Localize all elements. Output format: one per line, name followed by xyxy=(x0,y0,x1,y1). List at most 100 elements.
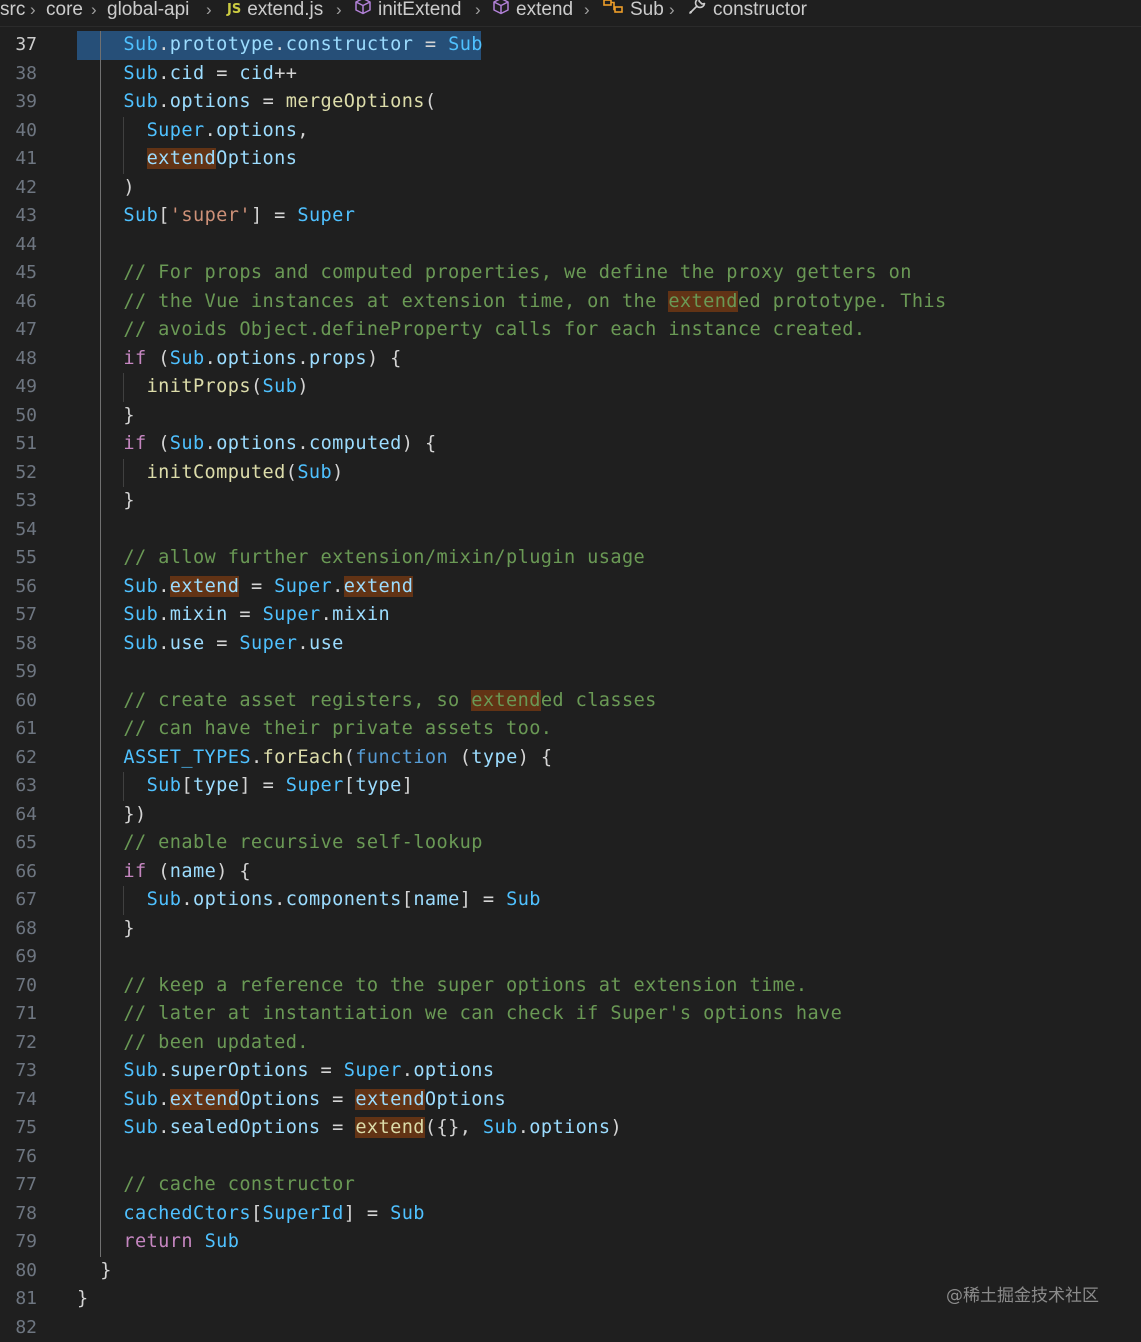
code-token: . xyxy=(158,633,170,654)
property-icon xyxy=(602,0,624,24)
code-line[interactable]: 61 // can have their private assets too. xyxy=(0,715,1141,744)
code-token: ( xyxy=(147,433,170,454)
code-line[interactable]: 67 Sub.options.components[name] = Sub xyxy=(0,886,1141,915)
line-number: 75 xyxy=(0,1114,37,1143)
code-line[interactable]: 52 initComputed(Sub) xyxy=(0,459,1141,488)
code-line[interactable]: 69 xyxy=(0,943,1141,972)
code-line[interactable]: 76 xyxy=(0,1143,1141,1172)
code-token: ) { xyxy=(367,348,402,369)
code-token: [ xyxy=(181,775,193,796)
code-token: // enable recursive self-lookup xyxy=(123,832,482,853)
code-line[interactable]: 46 // the Vue instances at extension tim… xyxy=(0,288,1141,317)
code-line[interactable]: 72 // been updated. xyxy=(0,1029,1141,1058)
line-number: 60 xyxy=(0,687,37,716)
code-line[interactable]: 59 xyxy=(0,658,1141,687)
code-text: // been updated. xyxy=(77,1029,309,1058)
code-token: mixin xyxy=(170,604,228,625)
code-line[interactable]: 42 ) xyxy=(0,174,1141,203)
code-line[interactable]: 58 Sub.use = Super.use xyxy=(0,630,1141,659)
breadcrumb-item-sub[interactable]: Sub xyxy=(602,0,664,24)
code-line[interactable]: 75 Sub.sealedOptions = extend({}, Sub.op… xyxy=(0,1114,1141,1143)
code-line[interactable]: 57 Sub.mixin = Super.mixin xyxy=(0,601,1141,630)
breadcrumb-item-initextend[interactable]: initExtend xyxy=(354,0,461,24)
code-line[interactable]: 49 initProps(Sub) xyxy=(0,373,1141,402)
line-number: 57 xyxy=(0,601,37,630)
code-line[interactable]: 62 ASSET_TYPES.forEach(function (type) { xyxy=(0,744,1141,773)
code-line[interactable]: 78 cachedCtors[SuperId] = Sub xyxy=(0,1200,1141,1229)
code-line[interactable]: 41 extendOptions xyxy=(0,145,1141,174)
code-token: . xyxy=(158,91,170,112)
code-line[interactable]: 40 Super.options, xyxy=(0,117,1141,146)
code-token: . xyxy=(251,747,263,768)
code-line[interactable]: 65 // enable recursive self-lookup xyxy=(0,829,1141,858)
code-text: if (Sub.options.computed) { xyxy=(77,430,437,459)
code-line[interactable]: 79 return Sub xyxy=(0,1228,1141,1257)
code-text: } xyxy=(77,1285,89,1314)
code-token: initProps xyxy=(147,376,251,397)
breadcrumb-item-extend[interactable]: extend xyxy=(492,0,573,24)
code-line[interactable]: 37 Sub.prototype.constructor = Sub xyxy=(0,31,1141,60)
code-line[interactable]: 38 Sub.cid = cid++ xyxy=(0,60,1141,89)
js-file-icon: JS xyxy=(227,0,241,24)
line-number: 72 xyxy=(0,1029,37,1058)
code-text: ) xyxy=(77,174,135,203)
line-number: 55 xyxy=(0,544,37,573)
code-line[interactable]: 74 Sub.extendOptions = extendOptions xyxy=(0,1086,1141,1115)
code-token: Super xyxy=(239,633,297,654)
code-text: // enable recursive self-lookup xyxy=(77,829,483,858)
code-line[interactable]: 64 }) xyxy=(0,801,1141,830)
code-token: Sub xyxy=(147,889,182,910)
breadcrumb-item-extend-js[interactable]: JSextend.js xyxy=(227,0,323,24)
indent-guide xyxy=(123,373,124,402)
code-line[interactable]: 43 Sub['super'] = Super xyxy=(0,202,1141,231)
code-line[interactable]: 73 Sub.superOptions = Super.options xyxy=(0,1057,1141,1086)
code-editor[interactable]: 37 Sub.prototype.constructor = Sub38 Sub… xyxy=(0,31,1141,1339)
code-token: ({}, xyxy=(425,1117,483,1138)
code-line[interactable]: 63 Sub[type] = Super[type] xyxy=(0,772,1141,801)
code-line[interactable]: 82 xyxy=(0,1314,1141,1342)
code-line[interactable]: 56 Sub.extend = Super.extend xyxy=(0,573,1141,602)
code-token: options xyxy=(216,433,297,454)
line-number: 73 xyxy=(0,1057,37,1086)
code-token: ( xyxy=(251,376,263,397)
code-token: Sub xyxy=(123,91,158,112)
code-token: // the Vue instances at extension time, … xyxy=(123,291,668,312)
code-line[interactable]: 51 if (Sub.options.computed) { xyxy=(0,430,1141,459)
code-text: Super.options, xyxy=(77,117,309,146)
code-line[interactable]: 55 // allow further extension/mixin/plug… xyxy=(0,544,1141,573)
code-token: ( xyxy=(147,861,170,882)
code-line[interactable]: 45 // For props and computed properties,… xyxy=(0,259,1141,288)
code-line[interactable]: 66 if (name) { xyxy=(0,858,1141,887)
code-text: // allow further extension/mixin/plugin … xyxy=(77,544,645,573)
code-line[interactable]: 39 Sub.options = mergeOptions( xyxy=(0,88,1141,117)
code-line[interactable]: 71 // later at instantiation we can chec… xyxy=(0,1000,1141,1029)
code-line[interactable]: 68 } xyxy=(0,915,1141,944)
code-line[interactable]: 47 // avoids Object.defineProperty calls… xyxy=(0,316,1141,345)
breadcrumb-item-global-api[interactable]: global-api xyxy=(107,0,189,24)
code-line[interactable]: 77 // cache constructor xyxy=(0,1171,1141,1200)
code-token: . xyxy=(158,1117,170,1138)
code-line[interactable]: 50 } xyxy=(0,402,1141,431)
line-number: 43 xyxy=(0,202,37,231)
watermark: @稀土掘金技术社区 xyxy=(946,1281,1099,1306)
breadcrumb-item-constructor[interactable]: constructor xyxy=(687,0,807,24)
code-line[interactable]: 53 } xyxy=(0,487,1141,516)
line-number: 59 xyxy=(0,658,37,687)
code-line[interactable]: 70 // keep a reference to the super opti… xyxy=(0,972,1141,1001)
indent-guide xyxy=(123,772,124,801)
code-line[interactable]: 44 xyxy=(0,231,1141,260)
code-line[interactable]: 60 // create asset registers, so extende… xyxy=(0,687,1141,716)
find-match: extend xyxy=(170,1089,240,1110)
code-line[interactable]: 48 if (Sub.options.props) { xyxy=(0,345,1141,374)
breadcrumb-item-src[interactable]: src xyxy=(0,0,25,24)
code-text: extendOptions xyxy=(77,145,297,174)
code-token: }) xyxy=(123,804,146,825)
code-token: Sub xyxy=(205,1231,240,1252)
code-token: Sub xyxy=(448,34,483,55)
line-number: 45 xyxy=(0,259,37,288)
breadcrumb-item-core[interactable]: core xyxy=(46,0,83,24)
code-line[interactable]: 54 xyxy=(0,516,1141,545)
chevron-right-icon: › xyxy=(584,0,590,24)
code-text: // cache constructor xyxy=(77,1171,355,1200)
code-text: if (name) { xyxy=(77,858,251,887)
